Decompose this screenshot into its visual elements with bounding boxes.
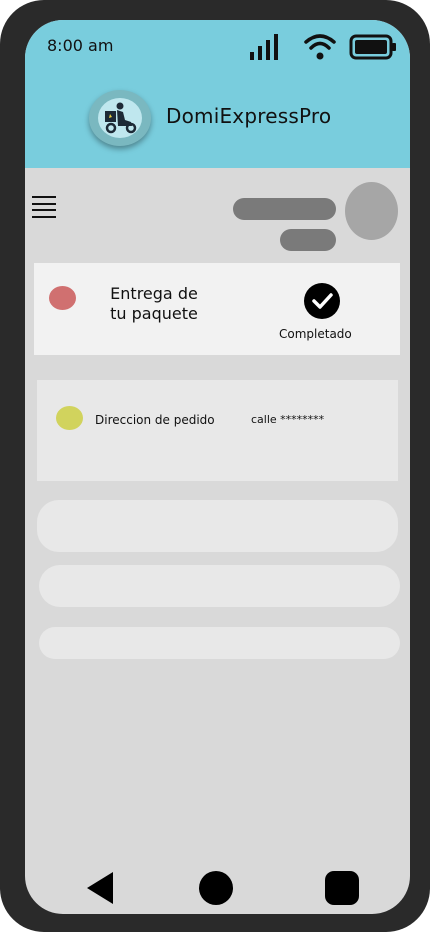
wifi-icon: [304, 34, 336, 60]
list-item[interactable]: [39, 627, 400, 659]
delivery-scooter-icon: [105, 102, 137, 134]
avatar[interactable]: [345, 182, 398, 240]
app-logo: [89, 90, 151, 146]
cellular-signal-icon: [250, 34, 278, 60]
status-dot-delivery: [49, 286, 76, 310]
delivery-title: Entrega de tu paquete: [110, 284, 198, 323]
hamburger-menu-icon[interactable]: [32, 196, 56, 218]
delivery-status-text: Completado: [279, 327, 352, 341]
home-circle-icon[interactable]: [199, 871, 233, 905]
order-address-value: calle ********: [251, 413, 325, 426]
app-screen: 8:00 am DomiExpressPro Entrega de tu paq…: [25, 20, 410, 914]
order-address-label: Direccion de pedido: [95, 413, 215, 427]
user-detail-placeholder: [280, 229, 336, 251]
app-name: DomiExpressPro: [166, 104, 332, 128]
user-name-placeholder: [233, 198, 336, 220]
battery-icon: [349, 34, 396, 60]
check-icon: [304, 283, 340, 319]
status-time: 8:00 am: [47, 36, 114, 55]
back-triangle-icon[interactable]: [87, 872, 113, 904]
delivery-status-card[interactable]: Entrega de tu paquete Completado: [34, 263, 400, 355]
app-header: 8:00 am DomiExpressPro: [25, 20, 410, 168]
list-item[interactable]: [39, 565, 400, 607]
status-dot-order: [56, 406, 83, 430]
recent-apps-icon[interactable]: [325, 871, 359, 905]
list-item[interactable]: [37, 500, 398, 552]
phone-frame: 8:00 am DomiExpressPro Entrega de tu paq…: [0, 0, 430, 932]
order-address-card[interactable]: Direccion de pedido calle ********: [37, 380, 398, 481]
